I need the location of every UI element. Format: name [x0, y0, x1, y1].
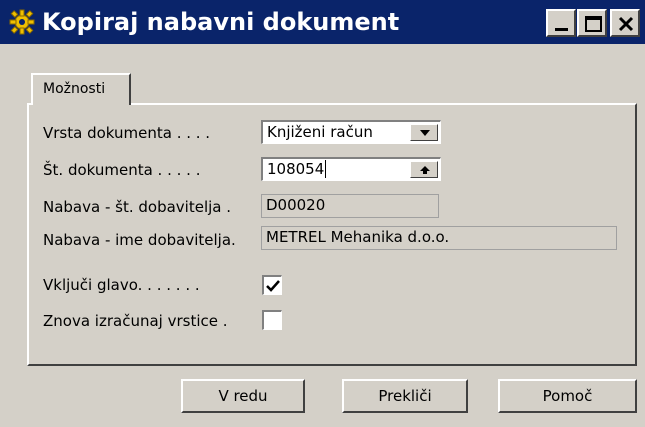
include-header-checkbox[interactable]: [262, 275, 282, 295]
recalc-lines-label: Znova izračunaj vrstice .: [43, 312, 228, 330]
vendor-no-field: D00020: [261, 194, 439, 218]
recalc-lines-checkbox[interactable]: [262, 310, 282, 330]
include-header-label: Vključi glavo. . . . . . .: [43, 276, 200, 294]
window-title: Kopiraj nabavni dokument: [42, 8, 400, 36]
ok-button[interactable]: V redu: [181, 379, 305, 413]
vendor-no-value: D00020: [266, 196, 326, 214]
doc-number-lookup-button[interactable]: [410, 161, 438, 178]
doc-number-value: 108054: [267, 160, 325, 178]
tab-moznosti[interactable]: Možnosti: [31, 73, 131, 105]
doc-type-value: Knjiženi račun: [267, 123, 373, 141]
lookup-arrow-icon: [420, 166, 430, 174]
vendor-name-value: METREL Mehanika d.o.o.: [266, 228, 450, 246]
close-button[interactable]: [610, 9, 640, 37]
doc-type-dropdown-button[interactable]: [410, 124, 438, 141]
vendor-name-label: Nabava - ime dobavitelja.: [43, 231, 236, 249]
maximize-icon: [585, 16, 602, 32]
tab-label: Možnosti: [43, 81, 106, 97]
dropdown-arrow-icon: [420, 130, 430, 136]
checkmark-icon: [266, 280, 280, 292]
minimize-button[interactable]: [546, 9, 576, 37]
title-bar[interactable]: Kopiraj nabavni dokument: [0, 0, 645, 44]
vendor-no-label: Nabava - št. dobavitelja .: [43, 198, 232, 216]
doc-number-label: Št. dokumenta . . . . .: [43, 161, 201, 179]
doc-type-select[interactable]: Knjiženi račun: [261, 120, 441, 144]
cancel-button[interactable]: Prekliči: [342, 379, 468, 413]
minimize-icon: [555, 28, 568, 31]
app-gear-icon: [9, 9, 35, 35]
vendor-name-field: METREL Mehanika d.o.o.: [261, 226, 617, 250]
help-button[interactable]: Pomoč: [498, 379, 637, 413]
doc-type-label: Vrsta dokumenta . . . .: [43, 124, 211, 142]
close-icon: [618, 16, 634, 32]
doc-number-input[interactable]: 108054: [261, 157, 441, 181]
maximize-button[interactable]: [577, 9, 607, 37]
